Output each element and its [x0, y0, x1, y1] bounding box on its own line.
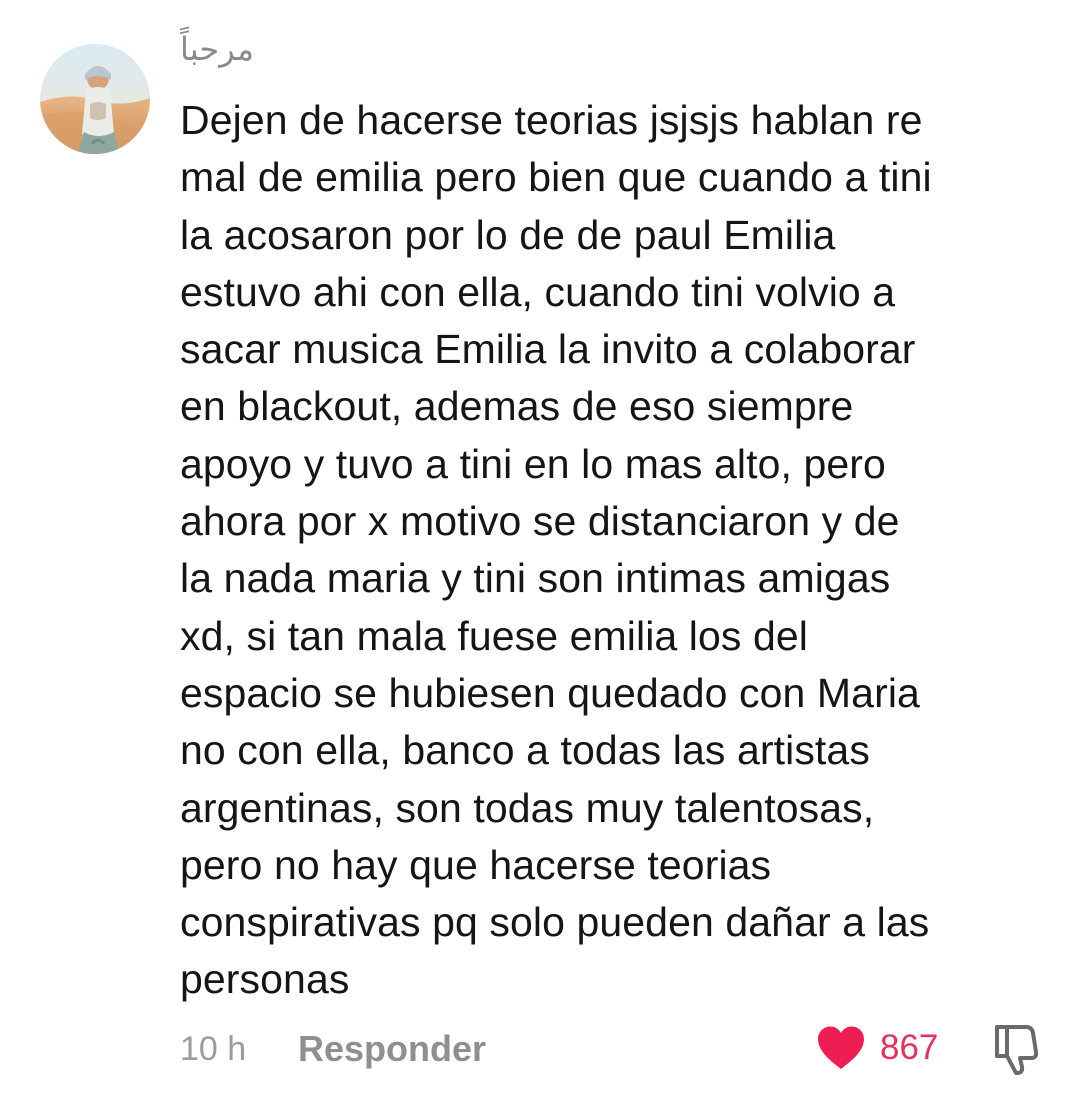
avatar-photo-icon — [40, 44, 150, 154]
thumbs-down-icon[interactable] — [988, 1020, 1044, 1076]
comment-footer: 10 h Responder 867 — [180, 1020, 1050, 1076]
username[interactable]: مرحباً — [180, 30, 254, 68]
like-count: 867 — [880, 1028, 939, 1067]
heart-icon[interactable] — [816, 1025, 866, 1071]
like-button[interactable]: 867 — [816, 1020, 938, 1076]
timestamp: 10 h — [180, 1030, 247, 1068]
reply-button[interactable]: Responder — [298, 1028, 486, 1070]
comment-text: Dejen de hacerse teorias jsjsjs hablan r… — [180, 97, 932, 1003]
comment-item: مرحباً Dejen de hacerse teorias jsjsjs h… — [0, 0, 1080, 1097]
avatar[interactable] — [40, 44, 150, 154]
